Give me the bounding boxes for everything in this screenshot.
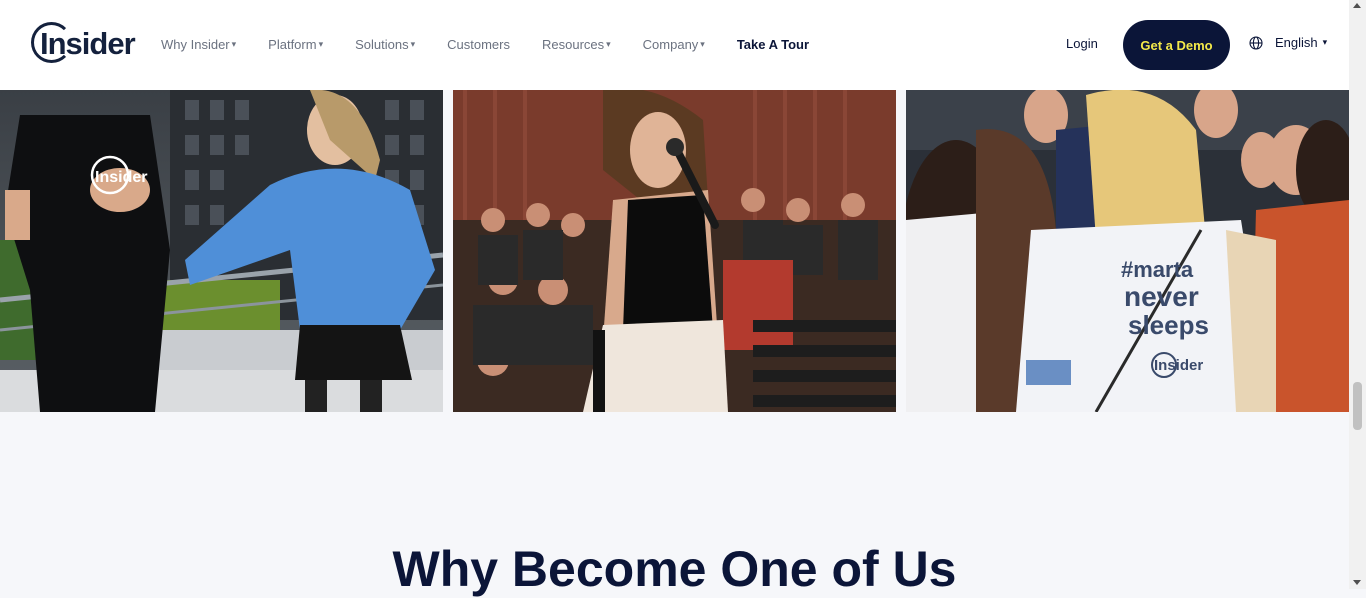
nav-solutions[interactable]: Solutions ▾ <box>355 37 415 52</box>
nav-company[interactable]: Company ▾ <box>643 37 705 52</box>
login-link[interactable]: Login <box>1066 36 1098 51</box>
site-header: Insider Why Insider ▾ Platform ▾ Solutions… <box>0 0 1349 90</box>
insider-logo[interactable]: Insider <box>31 21 136 69</box>
scroll-down-icon[interactable] <box>1353 580 1361 585</box>
nav-label: Company <box>642 37 699 52</box>
caret-down-icon: ▾ <box>318 39 324 49</box>
team-rooftop-photo: Insider <box>0 90 443 412</box>
nav-label: Solutions <box>355 37 409 52</box>
section-title: Why Become One of Us <box>392 541 957 597</box>
nav-take-a-tour[interactable]: Take A Tour <box>737 37 809 52</box>
speaker-microphone-photo <box>453 90 896 412</box>
scroll-up-icon[interactable] <box>1353 3 1361 8</box>
nav-resources[interactable]: Resources ▾ <box>542 37 611 52</box>
shirt-text-line-3: sleeps <box>1128 310 1209 340</box>
event-crowd-photo: #marta never sleeps Insider <box>906 90 1349 412</box>
language-selector[interactable]: English ▾ <box>1249 35 1327 50</box>
caret-down-icon: ▾ <box>700 39 705 49</box>
caret-down-icon: ▾ <box>410 39 416 49</box>
get-demo-button[interactable]: Get a Demo <box>1123 20 1230 70</box>
nav-label: Why Insider <box>161 37 230 52</box>
nav-platform[interactable]: Platform ▾ <box>268 37 323 52</box>
nav-label: Take A Tour <box>736 37 810 52</box>
shirt-text-line-1: #marta <box>1121 257 1194 282</box>
shirt-text-line-2: never <box>1124 281 1199 312</box>
nav-label: Platform <box>268 37 317 52</box>
language-label: English <box>1275 35 1318 50</box>
photo-gallery: Insider #marta never sleeps Insider <box>0 90 1349 412</box>
page-scrollbar[interactable] <box>1349 0 1366 589</box>
nav-label: Resources <box>541 37 605 52</box>
nav-customers[interactable]: Customers <box>447 37 510 52</box>
globe-icon <box>1249 35 1263 50</box>
scroll-thumb[interactable] <box>1353 382 1362 430</box>
caret-down-icon: ▾ <box>606 39 611 49</box>
main-nav: Why Insider ▾ Platform ▾ Solutions ▾ Custom… <box>161 37 841 52</box>
nav-label: Customers <box>447 37 510 52</box>
shirt-logo-text: Insider <box>95 169 147 186</box>
shirt-text-logo: Insider <box>1154 357 1203 374</box>
nav-why-insider[interactable]: Why Insider ▾ <box>161 37 236 52</box>
caret-down-icon: ▾ <box>231 39 237 49</box>
caret-down-icon: ▾ <box>1322 37 1328 47</box>
logo-text: Insider <box>40 26 136 61</box>
